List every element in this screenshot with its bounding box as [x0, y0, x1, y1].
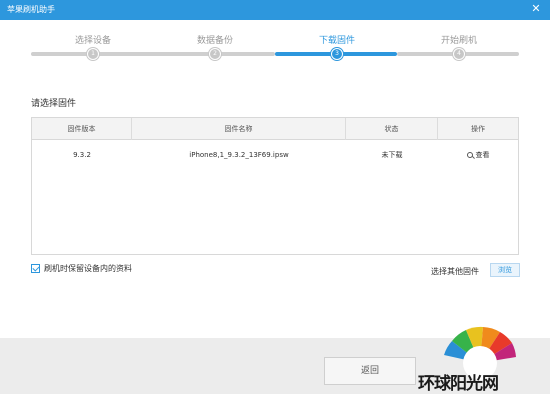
column-header-status: 状态	[346, 118, 438, 140]
cell-name: iPhone8,1_9.3.2_13F69.ipsw	[189, 151, 289, 159]
progress-line-done	[31, 52, 275, 56]
step-label-download-firmware: 下载固件	[318, 36, 355, 46]
section-title: 请选择固件	[31, 99, 77, 109]
app-title: 苹果刷机助手	[7, 5, 55, 14]
watermark-text: 环球阳光网	[418, 374, 499, 394]
step-label-backup: 数据备份	[196, 36, 233, 46]
column-header-name: 固件名称	[132, 118, 346, 140]
cell-version: 9.3.2	[73, 151, 91, 159]
keep-data-option[interactable]: 刷机时保留设备内的资料	[31, 263, 132, 274]
close-icon[interactable]: ✕	[528, 1, 544, 17]
column-header-version: 固件版本	[32, 118, 132, 140]
firmware-table: 固件版本 固件名称 状态 操作 9.3.2 iPhone8,1_9.3.2_13…	[31, 117, 519, 255]
step-label-select-device: 选择设备	[74, 36, 111, 46]
keep-data-label: 刷机时保留设备内的资料	[44, 264, 132, 273]
step-dot-2: 2	[209, 48, 221, 60]
step-dot-4: 4	[453, 48, 465, 60]
back-button[interactable]: 返回	[324, 357, 416, 385]
view-link[interactable]: 查看	[438, 141, 518, 169]
other-firmware-label: 选择其他固件	[431, 267, 479, 276]
view-link-label: 查看	[475, 151, 490, 159]
title-bar: 苹果刷机助手 ✕	[0, 0, 550, 20]
step-dot-1: 1	[87, 48, 99, 60]
step-progress: 选择设备 数据备份 下载固件 开始刷机 1 2 3 4	[0, 20, 550, 72]
search-icon	[466, 152, 473, 158]
watermark-logo: 环球阳光网	[410, 315, 550, 394]
step-label-start-flash: 开始刷机	[440, 36, 477, 46]
table-header: 固件版本 固件名称 状态 操作	[32, 118, 518, 140]
keep-data-checkbox[interactable]	[31, 264, 40, 273]
column-header-action: 操作	[471, 125, 485, 133]
table-row[interactable]: 9.3.2 iPhone8,1_9.3.2_13F69.ipsw 未下载 查看	[32, 141, 518, 169]
step-dot-3: 3	[331, 48, 343, 60]
browse-button[interactable]: 浏览	[490, 263, 520, 277]
cell-status: 未下载	[381, 151, 403, 159]
